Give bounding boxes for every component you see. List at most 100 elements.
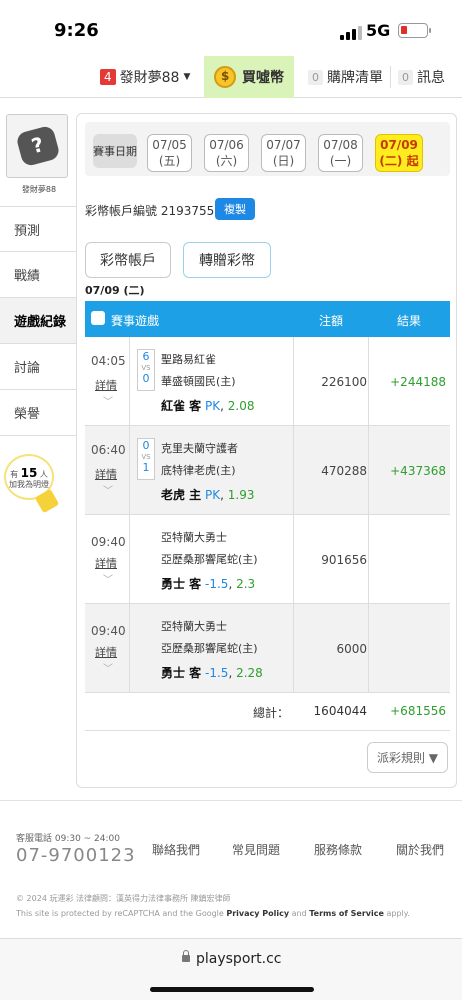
sidebar-item-discussion[interactable]: 討論 [0,344,78,390]
chevron-down-icon[interactable]: ﹀ [103,482,113,497]
sidebar-item-label: 遊戲紀錄 [14,315,67,330]
cart-count-badge: 0 [308,69,323,85]
day-text: (二) 起 [379,154,419,168]
sidebar-item-predict[interactable]: 預測 [0,206,78,252]
date-label: 賽事日期 [93,134,137,168]
day-text: (六) [215,154,238,168]
about-link[interactable]: 關於我們 [396,841,444,858]
team-home: 亞歷桑那響尾蛇(主) [161,642,258,655]
dream-menu[interactable]: 4 發財夢88 ▼ [100,56,190,98]
total-row: 總計： 1604044 +681556 [85,693,450,731]
sidebar-item-game-log[interactable]: 遊戲紀錄 [0,298,78,344]
pick: 勇士 客 -1.5, 2.3 [161,577,256,591]
tab-gift-coins[interactable]: 轉贈彩幣 [183,242,271,278]
bulb-text: 加我為明燈 [9,480,49,489]
date-option[interactable]: 07/06 (六) [204,134,249,172]
pick-team: 勇士 客 [161,666,202,680]
service-hours: 客服電話 09:30 ~ 24:00 [16,834,120,844]
lock-icon [182,950,190,962]
col-amount: 注額 [319,314,344,328]
total-result: +681556 [390,704,446,718]
cart-label: 購牌清單 [327,70,383,86]
details-link[interactable]: 詳情 [95,377,117,393]
details-link[interactable]: 詳情 [95,466,117,482]
pick-odds: 1.93 [227,488,255,502]
table-row: 09:40 詳情 ﹀ 亞特蘭大勇士 亞歷桑那響尾蛇(主) 勇士 客 -1.5, … [85,604,450,693]
team-home: 亞歷桑那響尾蛇(主) [161,553,258,566]
date-option[interactable]: 07/08 (一) [318,134,363,172]
browser-url-bar[interactable]: playsport.cc [0,938,462,1000]
home-indicator[interactable] [150,987,314,992]
chevron-down-icon[interactable]: ﹀ [103,571,113,586]
score-away: 6 [142,350,150,363]
team-away: 聖路易紅雀 [161,353,216,366]
pick-odds: 2.28 [236,666,263,680]
tos-link[interactable]: Terms of Service [309,909,384,918]
terms-link[interactable]: 服務條款 [314,841,362,858]
unknown-user-icon [15,124,61,168]
url-text: playsport.cc [196,951,282,967]
date-text: 07/05 [152,138,187,152]
date-option-selected[interactable]: 07/09 (二) 起 [375,134,423,172]
payout-rules-button[interactable]: 派彩規則 ▼ [366,742,448,773]
signal-icon [340,26,362,40]
bet-amount: 470288 [321,464,367,478]
game-time: 09:40 [91,535,126,549]
account-value: 21937556 [160,204,222,218]
date-text: 07/09 [380,138,418,152]
bet-result: +437368 [390,464,446,478]
captcha-apply: apply. [386,909,410,918]
sidebar-item-label: 預測 [14,223,41,239]
messages-link[interactable]: 0 訊息 [398,56,445,98]
contact-link[interactable]: 聯絡我們 [152,841,200,858]
score-box: 0 VS 1 [137,438,155,480]
chevron-down-icon[interactable]: ﹀ [103,393,113,408]
cart-link[interactable]: 0 購牌清單 [308,56,383,98]
copy-button[interactable]: 複製 [215,198,255,220]
date-text: 07/06 [209,138,244,152]
avatar[interactable] [6,114,68,178]
username: 發財夢88 [21,185,57,194]
table-row: 09:40 詳情 ﹀ 亞特蘭大勇士 亞歷桑那響尾蛇(主) 勇士 客 -1.5, … [85,515,450,604]
details-link[interactable]: 詳情 [95,644,117,660]
top-nav: 4 發財夢88 ▼ 買噓幣 0 購牌清單 0 訊息 [0,56,462,98]
sidebar-item-honor[interactable]: 榮譽 [0,390,78,436]
chevron-down-icon[interactable]: ﹀ [103,660,113,675]
tab-coin-account[interactable]: 彩幣帳戶 [85,242,171,278]
day-text: (一) [329,154,352,168]
msg-count-badge: 0 [398,69,413,85]
pick-team: 老虎 主 [161,488,202,502]
privacy-link[interactable]: Privacy Policy [226,909,289,918]
team-away: 克里夫蘭守護者 [161,442,238,455]
team-away: 亞特蘭大勇士 [161,531,227,544]
network-type: 5G [366,21,391,40]
day-text: (日) [272,154,295,168]
total-label: 總計： [253,706,290,720]
team-home: 底特律老虎(主) [161,464,236,477]
pick-type: -1.5 [205,666,229,680]
faq-link[interactable]: 常見問題 [232,841,280,858]
date-option[interactable]: 07/05 (五) [147,134,192,172]
sidebar-item-record[interactable]: 戰績 [0,252,78,298]
sidebar-item-label: 戰績 [14,269,41,284]
dream-count-badge: 4 [100,69,116,85]
buy-coins-label: 買噓幣 [242,70,284,86]
selected-date: 07/09 (二) [85,284,145,297]
buy-coins-button[interactable]: 買噓幣 [204,56,294,98]
date-option[interactable]: 07/07 (日) [261,134,306,172]
pick-odds: 2.08 [227,399,255,413]
bulb-suffix: 人 [39,470,48,479]
vs-label: VS [141,364,151,372]
sidebar-item-label: 榮譽 [14,407,41,422]
msg-label: 訊息 [417,70,445,86]
bulb-prefix: 有 [10,470,19,479]
team-away: 亞特蘭大勇士 [161,620,227,633]
battery-icon [398,23,431,38]
pick: 老虎 主 PK, 1.93 [161,488,255,502]
details-link[interactable]: 詳情 [95,555,117,571]
service-phone[interactable]: 07-9700123 [16,845,136,866]
pick-type: -1.5 [205,577,229,591]
game-time: 09:40 [91,624,126,638]
pick: 勇士 客 -1.5, 2.28 [161,666,263,680]
pick-type: PK [205,399,221,413]
